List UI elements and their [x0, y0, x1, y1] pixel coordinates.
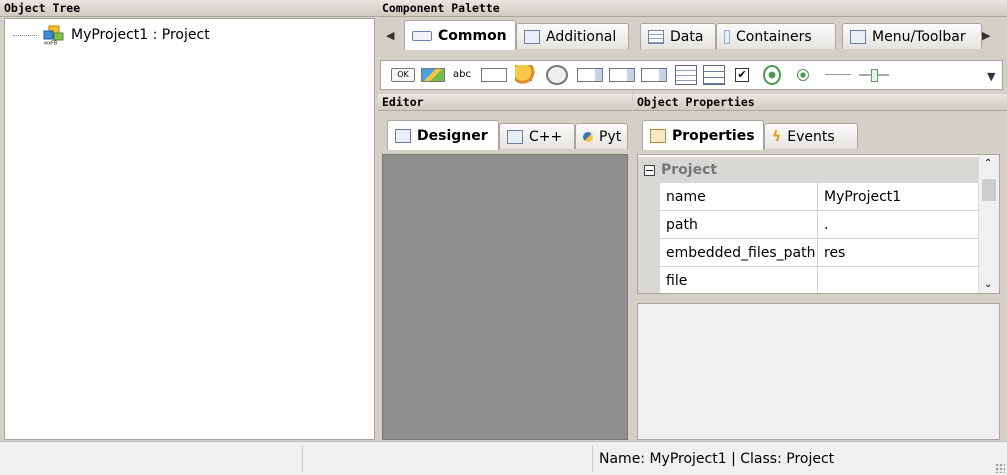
status-separator [302, 446, 303, 472]
panel-icon [724, 29, 730, 44]
list-box-icon[interactable] [641, 68, 667, 82]
editor-tabstrip: Designer C++ Pyt [382, 120, 632, 150]
component-palette-header: Component Palette [378, 0, 1007, 17]
tab-data[interactable]: Data [640, 23, 716, 49]
scroll-thumb[interactable] [982, 179, 996, 201]
designer-canvas[interactable] [382, 154, 628, 440]
combo-box-icon[interactable] [546, 65, 568, 85]
check-box-icon[interactable]: ✔ [735, 68, 749, 82]
ok-button-icon [412, 30, 432, 41]
property-row[interactable]: path . [660, 211, 978, 239]
properties-tabstrip: Properties ϟ Events [637, 120, 1000, 150]
button-widget-icon[interactable]: OK [391, 68, 415, 82]
menubar-icon [850, 29, 866, 44]
list-ctrl-icon[interactable] [675, 65, 697, 85]
property-description-pane [637, 303, 1000, 440]
choice-icon[interactable] [609, 68, 635, 82]
editor-header: Editor [378, 94, 632, 111]
bitmap-combo-icon[interactable] [577, 68, 603, 82]
lightning-icon: ϟ [772, 128, 782, 145]
property-grid[interactable]: − Project name MyProject1 path . embedde… [637, 154, 1000, 294]
property-category-project[interactable]: − Project [638, 157, 978, 183]
tab-menu-toolbar[interactable]: Menu/Toolbar [842, 23, 982, 49]
tree-item-project[interactable]: wxFB MyProject1 : Project [13, 24, 210, 47]
radio-button-icon[interactable] [797, 69, 809, 81]
property-grid-scrollbar[interactable]: ⌃ ⌄ [978, 155, 999, 293]
palette-widget-row: OK abc ✔ ▼ [380, 60, 1003, 90]
property-row[interactable]: name MyProject1 [660, 183, 978, 211]
palette-overflow-icon[interactable]: ▼ [987, 70, 995, 83]
tab-python[interactable]: Pyt [575, 123, 628, 149]
property-row[interactable]: embedded_files_path res [660, 239, 978, 267]
status-text: Name: MyProject1 | Class: Project [599, 451, 835, 467]
resize-grip-icon[interactable] [995, 463, 1005, 473]
cpp-file-icon [507, 129, 523, 144]
object-tree-header: Object Tree [0, 0, 377, 17]
grid-icon [648, 29, 664, 44]
object-tree[interactable]: wxFB MyProject1 : Project [4, 18, 375, 440]
static-bitmap-icon[interactable] [515, 65, 537, 85]
static-line-icon[interactable] [825, 74, 851, 75]
tree-connector [13, 34, 37, 36]
properties-icon [650, 128, 666, 143]
palette-tabstrip: ◀ Common Additional Data Containers Menu… [378, 20, 1007, 50]
tab-containers[interactable]: Containers [716, 23, 836, 49]
property-row[interactable]: file [660, 267, 978, 293]
status-separator [592, 446, 593, 472]
tab-cpp[interactable]: C++ [499, 123, 575, 149]
collapse-icon[interactable]: − [644, 164, 655, 176]
tree-item-label: MyProject1 : Project [71, 27, 210, 43]
text-ctrl-icon[interactable] [481, 68, 507, 82]
scroll-up-icon[interactable]: ⌃ [984, 158, 992, 169]
static-text-icon[interactable]: abc [453, 68, 477, 82]
listbox-icon [524, 29, 540, 44]
python-icon [583, 131, 593, 142]
tab-common[interactable]: Common [404, 20, 516, 50]
property-gutter [638, 183, 660, 293]
status-bar: Name: MyProject1 | Class: Project [0, 441, 1007, 475]
bitmap-button-icon[interactable] [421, 68, 445, 82]
scroll-down-icon[interactable]: ⌄ [984, 279, 992, 290]
svg-text:wxFB: wxFB [44, 41, 58, 46]
tab-scroll-right-icon[interactable]: ▶ [982, 29, 990, 42]
tab-properties[interactable]: Properties [642, 120, 764, 150]
tab-designer[interactable]: Designer [387, 120, 499, 150]
slider-icon[interactable] [859, 69, 889, 82]
radio-box-icon[interactable] [763, 65, 781, 85]
tab-events[interactable]: ϟ Events [764, 123, 858, 149]
designer-icon [395, 128, 411, 143]
grid-ctrl-icon[interactable] [703, 65, 725, 85]
object-properties-header: Object Properties [633, 94, 1007, 111]
tab-additional[interactable]: Additional [516, 23, 629, 49]
wxfb-project-icon: wxFB [41, 25, 67, 47]
tab-scroll-left-icon[interactable]: ◀ [386, 29, 394, 42]
